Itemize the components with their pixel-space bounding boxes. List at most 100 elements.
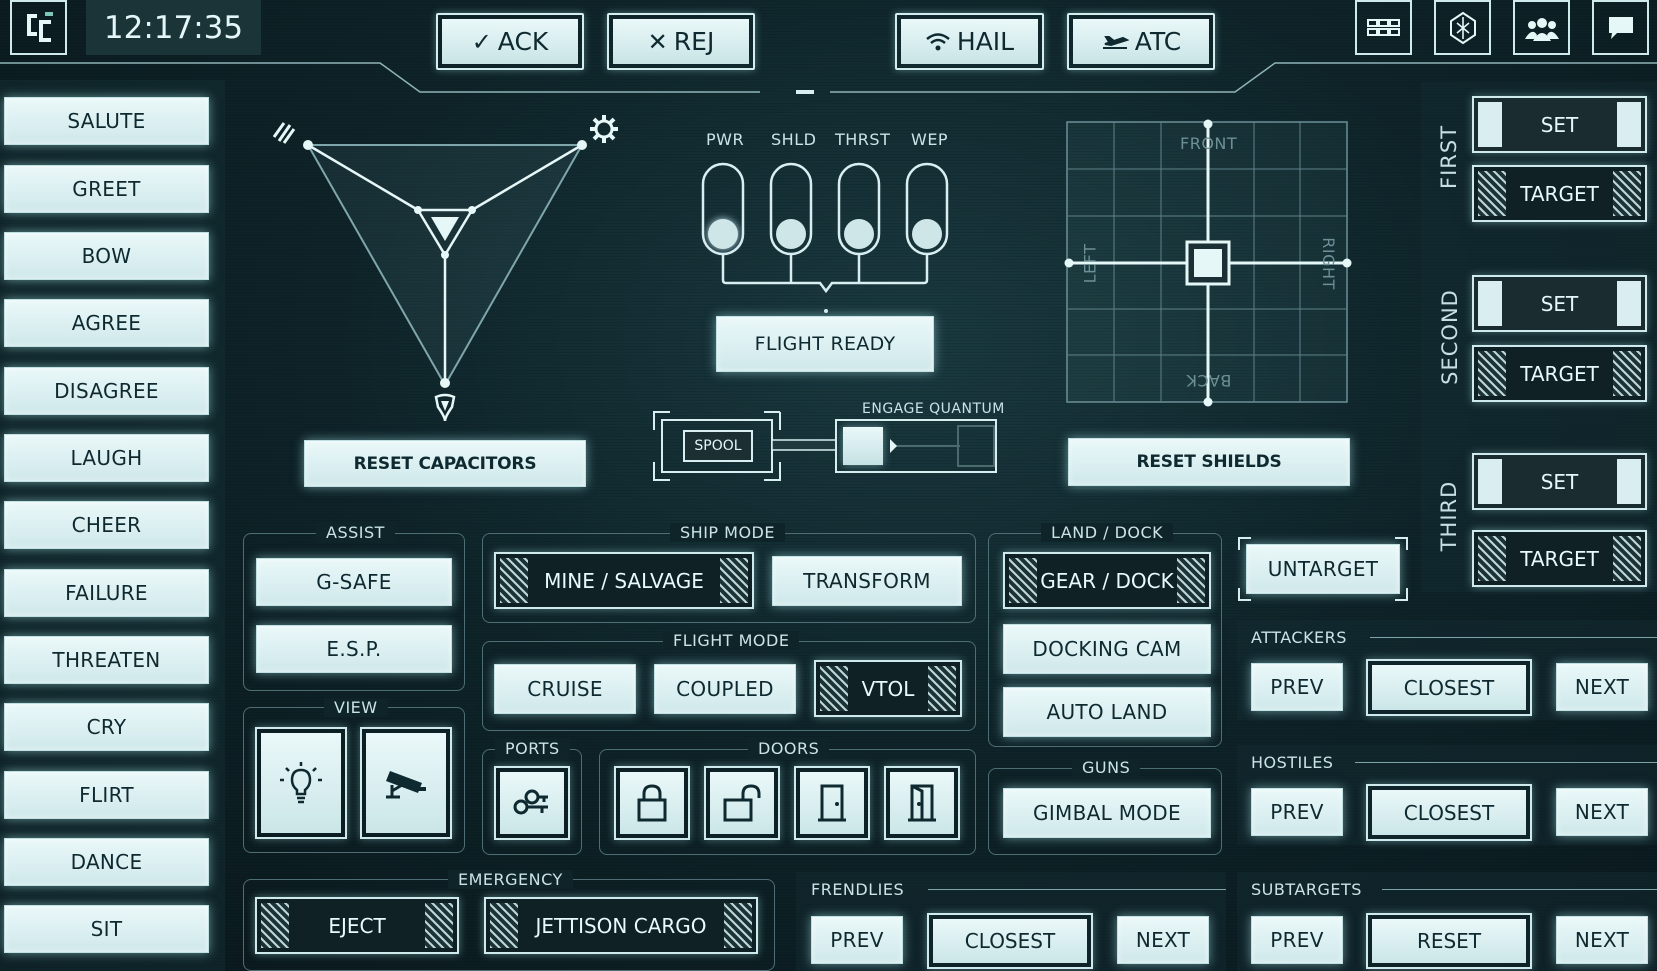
shield-back-label: BACK: [1186, 371, 1232, 390]
hostiles-next-button[interactable]: NEXT: [1556, 788, 1648, 836]
transform-button[interactable]: TRANSFORM: [772, 556, 962, 606]
unlock-icon: [723, 784, 761, 822]
emote-salute-button[interactable]: SALUTE: [4, 97, 209, 145]
shld-label: SHLD: [771, 130, 817, 149]
hostiles-prev-button[interactable]: PREV: [1251, 788, 1343, 836]
hail-label: HAIL: [956, 27, 1015, 56]
lights-button[interactable]: [255, 727, 347, 839]
security-camera-icon: [386, 771, 426, 799]
capacitor-triangle[interactable]: [260, 105, 640, 435]
open-doors-button[interactable]: [884, 766, 960, 840]
esp-button[interactable]: E.S.P.: [256, 625, 452, 673]
subtargets-reset-button[interactable]: RESET: [1366, 913, 1532, 969]
emote-failure-button[interactable]: FAILURE: [4, 569, 209, 617]
group-icon: [1524, 17, 1559, 41]
guns-title: GUNS: [1072, 758, 1141, 777]
attackers-next-button[interactable]: NEXT: [1556, 663, 1648, 711]
wep-slider[interactable]: [905, 162, 949, 256]
camera-button[interactable]: [360, 727, 452, 839]
reset-capacitors-button[interactable]: RESET CAPACITORS: [304, 440, 586, 487]
weapons-capacitor-icon: [272, 122, 296, 144]
party-button[interactable]: [1513, 0, 1570, 55]
g-safe-button[interactable]: G-SAFE: [256, 558, 452, 606]
check-icon: ✓: [471, 27, 492, 56]
friendlies-next-button[interactable]: NEXT: [1117, 916, 1209, 964]
atc-label: ATC: [1134, 27, 1182, 56]
emote-greet-button[interactable]: GREET: [4, 165, 209, 213]
second-set-button[interactable]: SET: [1472, 275, 1647, 332]
friendlies-prev-button[interactable]: PREV: [811, 916, 903, 964]
emote-bow-button[interactable]: BOW: [4, 232, 209, 280]
atc-button[interactable]: ATC: [1067, 13, 1215, 70]
logo-icon: [26, 11, 53, 42]
door-closed-icon: [818, 784, 846, 822]
flight-ready-button[interactable]: FLIGHT READY: [716, 316, 934, 372]
third-set-button[interactable]: SET: [1472, 453, 1647, 510]
first-set-button[interactable]: SET: [1472, 96, 1647, 153]
ports-title: PORTS: [495, 739, 570, 758]
first-target-button[interactable]: TARGET: [1472, 165, 1647, 222]
second-label: SECOND: [1438, 289, 1462, 385]
unlock-all-button[interactable]: [704, 766, 780, 840]
eject-button[interactable]: EJECT: [255, 897, 459, 954]
attackers-divider: [1370, 637, 1657, 638]
attackers-title: ATTACKERS: [1251, 628, 1347, 647]
emote-disagree-button[interactable]: DISAGREE: [4, 367, 209, 415]
ports-button[interactable]: [494, 766, 570, 840]
chat-button[interactable]: [1592, 0, 1649, 55]
keys-icon: [513, 789, 548, 815]
subtargets-next-button[interactable]: NEXT: [1556, 916, 1648, 964]
emote-dance-button[interactable]: DANCE: [4, 838, 209, 886]
attackers-prev-button[interactable]: PREV: [1251, 663, 1343, 711]
rej-button[interactable]: ✕ REJ: [607, 13, 755, 70]
shield-left-label: LEFT: [1080, 243, 1100, 284]
gear-dock-button[interactable]: GEAR / DOCK: [1003, 552, 1211, 609]
grid-menu-button[interactable]: [1355, 0, 1412, 55]
gimbal-mode-button[interactable]: GIMBAL MODE: [1003, 788, 1211, 838]
doors-title: DOORS: [748, 739, 830, 758]
third-label: THIRD: [1437, 480, 1461, 552]
ack-button[interactable]: ✓ ACK: [436, 13, 584, 70]
subtargets-prev-button[interactable]: PREV: [1251, 916, 1343, 964]
reset-shields-button[interactable]: RESET SHIELDS: [1068, 438, 1350, 486]
spool-button[interactable]: SPOOL: [683, 430, 753, 462]
hostiles-closest-button[interactable]: CLOSEST: [1366, 784, 1532, 841]
emote-flirt-button[interactable]: FLIRT: [4, 771, 209, 819]
pwr-slider[interactable]: [701, 162, 745, 256]
emote-cry-button[interactable]: CRY: [4, 703, 209, 751]
thrst-slider[interactable]: [837, 162, 881, 256]
docking-cam-button[interactable]: DOCKING CAM: [1003, 624, 1211, 674]
emote-agree-button[interactable]: AGREE: [4, 299, 209, 347]
third-target-button[interactable]: TARGET: [1472, 530, 1647, 587]
coupled-button[interactable]: COUPLED: [654, 664, 796, 714]
vtol-button[interactable]: VTOL: [814, 660, 962, 717]
mine-salvage-button[interactable]: MINE / SALVAGE: [494, 552, 754, 609]
ship-mode-title: SHIP MODE: [670, 523, 785, 542]
lock-icon: [637, 784, 667, 822]
close-doors-button[interactable]: [794, 766, 870, 840]
power-sliders: [701, 162, 949, 313]
emote-cheer-button[interactable]: CHEER: [4, 501, 209, 549]
emote-threaten-button[interactable]: THREATEN: [4, 636, 209, 684]
subtargets-divider: [1382, 889, 1657, 890]
shield-grid[interactable]: [1063, 118, 1353, 410]
cruise-button[interactable]: CRUISE: [494, 664, 636, 714]
emote-sit-button[interactable]: SIT: [4, 905, 209, 953]
emote-laugh-button[interactable]: LAUGH: [4, 434, 209, 482]
attackers-closest-button[interactable]: CLOSEST: [1366, 659, 1532, 716]
shield-capacitor-icon: [434, 393, 456, 422]
second-target-button[interactable]: TARGET: [1472, 345, 1647, 402]
hostiles-title: HOSTILES: [1251, 753, 1334, 772]
subtargets-title: SUBTARGETS: [1251, 880, 1362, 899]
auto-land-button[interactable]: AUTO LAND: [1003, 687, 1211, 737]
shld-slider[interactable]: [769, 162, 813, 256]
lightbulb-icon: [280, 762, 322, 804]
lock-all-button[interactable]: [614, 766, 690, 840]
emblem-button[interactable]: [1434, 0, 1491, 55]
untarget-button[interactable]: UNTARGET: [1246, 544, 1400, 594]
quantum-slider-knob[interactable]: [843, 427, 883, 465]
jettison-cargo-button[interactable]: JETTISON CARGO: [484, 897, 758, 954]
friendlies-closest-button[interactable]: CLOSEST: [927, 913, 1093, 969]
hail-button[interactable]: HAIL: [895, 13, 1044, 70]
app-logo[interactable]: [10, 0, 67, 55]
